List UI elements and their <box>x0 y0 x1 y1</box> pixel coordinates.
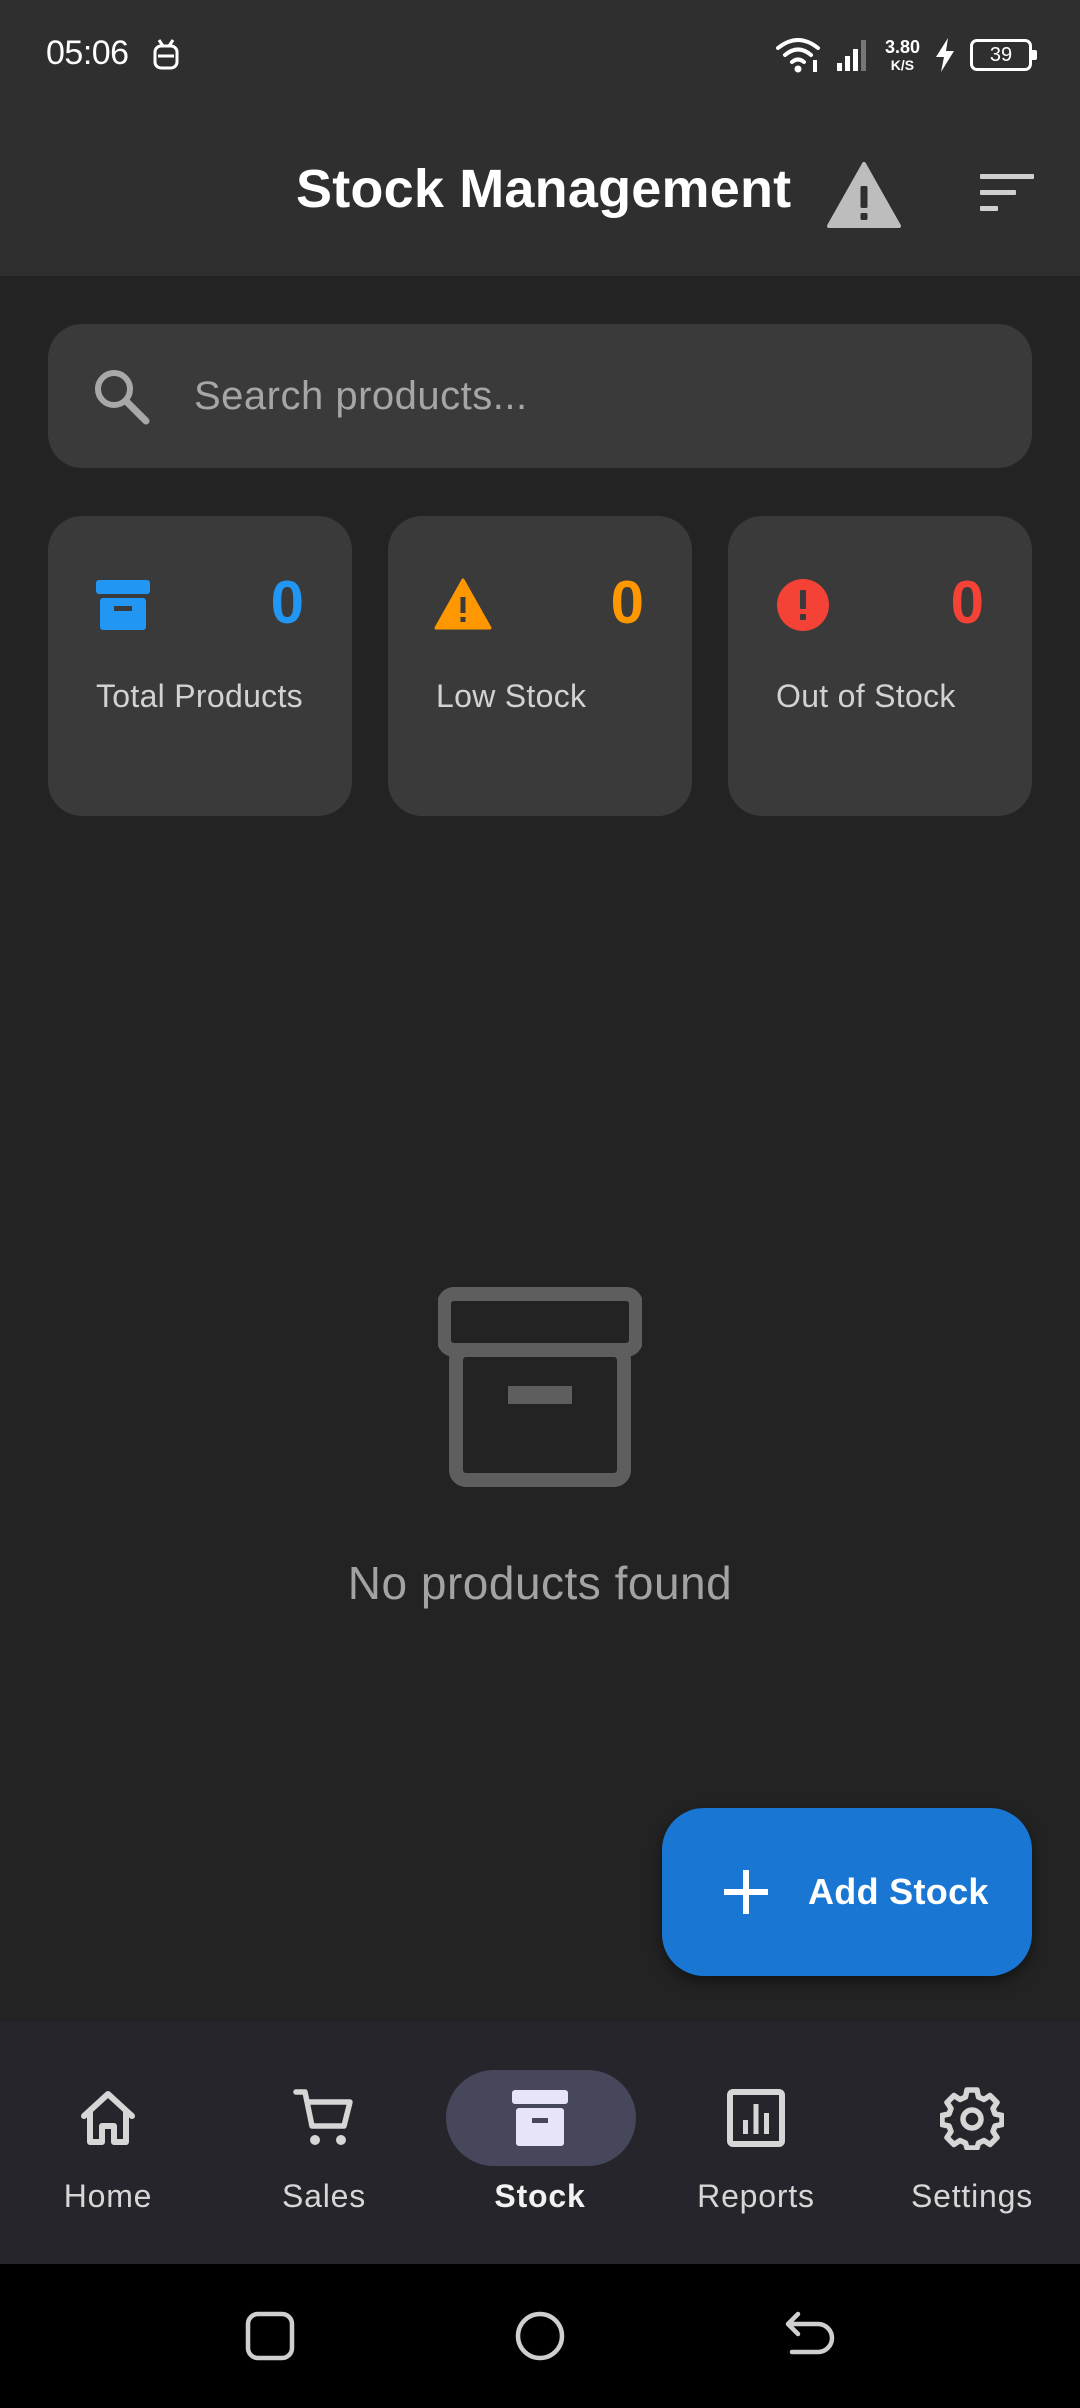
low-stock-alert-icon[interactable] <box>826 160 902 230</box>
nav-label-stock: Stock <box>494 2178 586 2214</box>
cart-icon <box>293 2089 353 2145</box>
system-navigation-bar <box>0 2264 1080 2408</box>
search-icon <box>95 370 150 425</box>
search-bar[interactable] <box>48 324 1032 468</box>
empty-inventory-icon <box>438 1287 642 1487</box>
nav-label-reports: Reports <box>697 2178 815 2214</box>
battery-indicator: 39 <box>970 39 1037 71</box>
search-input[interactable] <box>194 373 954 419</box>
low-stock-label: Low Stock <box>436 678 587 714</box>
low-stock-card: 0 Low Stock <box>388 516 692 816</box>
total-products-label: Total Products <box>96 678 303 714</box>
wifi-icon <box>775 38 820 73</box>
home-icon <box>81 2091 135 2145</box>
recents-icon[interactable] <box>240 2306 300 2366</box>
total-products-card: 0 Total Products <box>48 516 352 816</box>
nav-item-settings[interactable]: Settings <box>864 2022 1080 2264</box>
charging-bolt-icon <box>936 38 954 72</box>
nav-label-settings: Settings <box>910 2178 1034 2214</box>
gear-icon <box>940 2087 1004 2150</box>
out-of-stock-value: 0 <box>950 569 984 636</box>
network-speed-unit: K/S <box>890 57 915 73</box>
error-icon <box>777 579 829 631</box>
notification-robot-icon <box>153 39 179 70</box>
sort-icon[interactable] <box>978 168 1036 218</box>
app-screen: 05:06 3.80 K/S 39 Stock Management Searc… <box>0 0 1080 2408</box>
out-of-stock-label: Out of Stock <box>776 678 956 714</box>
nav-label-sales: Sales <box>281 2178 367 2214</box>
status-icons: 3.80 K/S 39 <box>775 30 1037 80</box>
nav-item-stock[interactable]: Stock <box>432 2022 648 2264</box>
bottom-navigation: Home Sales Stock Reports Settings <box>0 2022 1080 2264</box>
plus-icon <box>724 1870 768 1914</box>
back-icon[interactable] <box>780 2306 840 2366</box>
cellular-signal-icon <box>836 40 866 71</box>
out-of-stock-card: 0 Out of Stock <box>728 516 1032 816</box>
nav-label-home: Home <box>63 2178 153 2214</box>
network-speed: 3.80 K/S <box>885 38 920 72</box>
status-time: 05:06 <box>46 34 129 72</box>
add-stock-button[interactable]: Add Stock <box>662 1808 1032 1976</box>
chart-icon <box>727 2089 785 2147</box>
nav-item-reports[interactable]: Reports <box>648 2022 864 2264</box>
inventory-icon <box>96 580 150 630</box>
warning-icon <box>434 578 492 630</box>
status-bar: 05:06 3.80 K/S 39 <box>0 0 1080 110</box>
page-title: Stock Management <box>296 159 792 219</box>
low-stock-value: 0 <box>610 569 644 636</box>
total-products-value: 0 <box>270 569 304 636</box>
nav-item-sales[interactable]: Sales <box>216 2022 432 2264</box>
empty-state-message: No products found <box>347 1557 733 1609</box>
home-circle-icon[interactable] <box>510 2306 570 2366</box>
add-stock-label: Add Stock <box>808 1871 989 1912</box>
network-speed-value: 3.80 <box>884 37 920 57</box>
battery-level: 39 <box>989 43 1013 66</box>
app-bar: Stock Management <box>0 110 1080 276</box>
inventory-icon <box>512 2090 568 2146</box>
nav-item-home[interactable]: Home <box>0 2022 216 2264</box>
